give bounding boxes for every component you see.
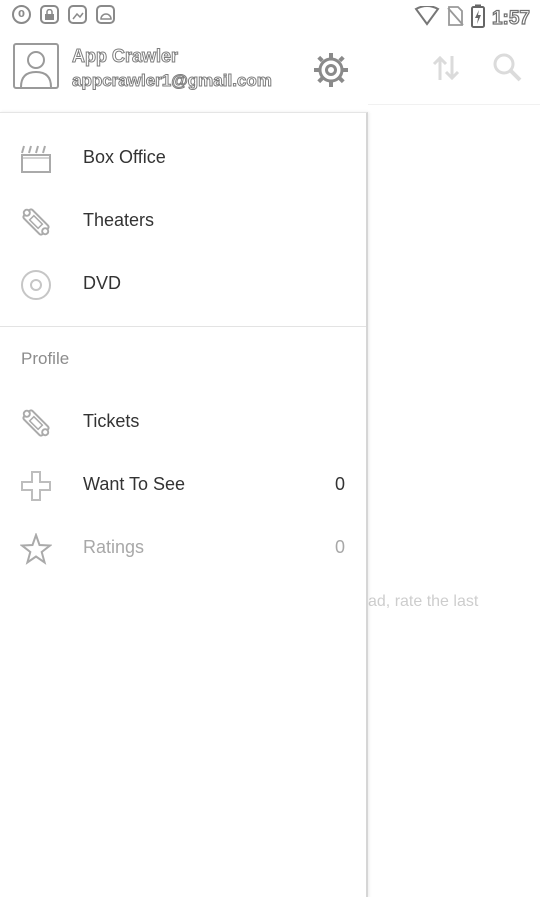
ratings-count: 0: [334, 537, 345, 557]
wifi-icon: [414, 5, 440, 31]
account-email: appcrawler1@gmail.com: [72, 71, 273, 91]
star-icon: [19, 531, 53, 565]
sync-icon: 0: [12, 5, 31, 24]
nav-item-want-to-see[interactable]: Want To See 0: [0, 454, 366, 517]
no-sim-icon: [446, 5, 464, 32]
nav-label-theaters: Theaters: [83, 210, 155, 230]
nav-item-theaters[interactable]: Theaters: [0, 190, 366, 253]
app-screen: ad, rate the last 0 1:57 App Crawler app…: [0, 0, 540, 897]
disc-icon: [20, 269, 52, 301]
battery-charging-icon: [470, 4, 486, 33]
section-title-profile: Profile: [21, 349, 70, 368]
drawer-header: App Crawler appcrawler1@gmail.com: [0, 32, 368, 112]
plus-icon: [20, 470, 52, 502]
nav-label-box-office: Box Office: [83, 147, 166, 167]
drawer-scrim[interactable]: [368, 0, 540, 897]
status-time: 1:57: [491, 7, 530, 29]
nav-item-tickets[interactable]: Tickets: [0, 391, 366, 454]
ticket-icon: [20, 206, 52, 238]
navigation-drawer: Box Office Theaters DVD Profile Tickets …: [0, 112, 368, 897]
ticket-icon: [20, 407, 52, 439]
nav-label-dvd: DVD: [83, 273, 122, 293]
account-name: App Crawler: [71, 46, 179, 67]
want-to-see-count: 0: [334, 474, 345, 494]
nav-item-dvd[interactable]: DVD: [0, 253, 366, 316]
gear-icon[interactable]: [312, 51, 350, 94]
nav-label-ratings: Ratings: [83, 537, 145, 557]
user-icon: [20, 51, 52, 87]
android-icon: [96, 5, 115, 24]
nav-label-tickets: Tickets: [83, 411, 140, 431]
nav-item-box-office[interactable]: Box Office: [0, 127, 366, 190]
clapperboard-icon: [20, 143, 52, 175]
nav-label-want-to-see: Want To See: [83, 474, 186, 494]
lock-icon: [40, 5, 59, 24]
nav-item-ratings[interactable]: Ratings 0: [0, 517, 366, 580]
status-bar: 0 1:57: [0, 0, 540, 32]
drawer-divider: [0, 326, 366, 327]
photo-icon: [68, 5, 87, 24]
avatar[interactable]: [13, 43, 59, 89]
